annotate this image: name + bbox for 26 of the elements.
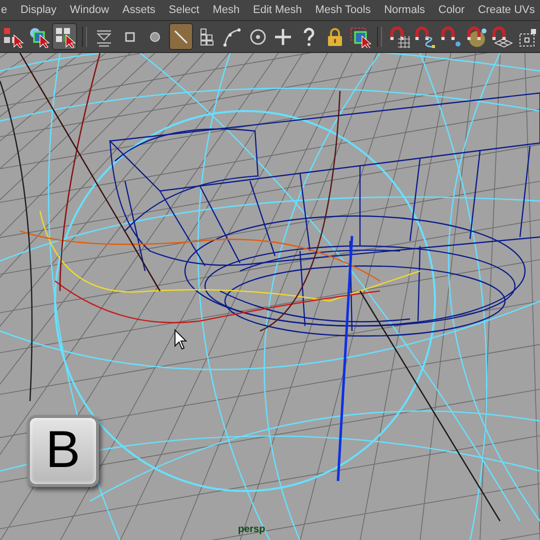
menu-item[interactable]: e bbox=[1, 4, 8, 16]
menu-item[interactable]: Color bbox=[438, 4, 465, 16]
hierarchy-select-icon bbox=[2, 26, 24, 48]
menu-item[interactable]: Assets bbox=[122, 4, 156, 16]
menu-item[interactable]: Window bbox=[70, 4, 110, 16]
snap-surface-icon bbox=[466, 26, 488, 48]
menu-item[interactable]: Normals bbox=[384, 4, 426, 16]
component-select-icon bbox=[54, 26, 76, 48]
keyboard-key: B bbox=[27, 415, 99, 487]
snap-point-icon bbox=[440, 26, 462, 48]
menu-item[interactable]: Mesh Tools bbox=[315, 4, 371, 16]
menu-item[interactable]: Create UVs bbox=[478, 4, 535, 16]
marquee-select-icon bbox=[349, 26, 372, 48]
menu-item[interactable]: Mesh bbox=[212, 4, 240, 16]
curve-icon bbox=[221, 26, 244, 48]
snap-plane-icon bbox=[491, 26, 514, 48]
menu-item[interactable]: Display bbox=[20, 4, 57, 16]
camera-label: persp bbox=[238, 524, 266, 535]
snap-grid-icon bbox=[388, 26, 411, 48]
tool-button[interactable] bbox=[52, 23, 77, 50]
mouse-pointer-icon bbox=[174, 329, 188, 351]
menu-item[interactable]: Edit Mesh bbox=[252, 4, 302, 16]
menu-item[interactable]: Select bbox=[168, 4, 200, 16]
snap-curve-icon bbox=[414, 26, 436, 48]
object-select-icon bbox=[28, 26, 50, 48]
tool-button[interactable] bbox=[168, 23, 194, 50]
